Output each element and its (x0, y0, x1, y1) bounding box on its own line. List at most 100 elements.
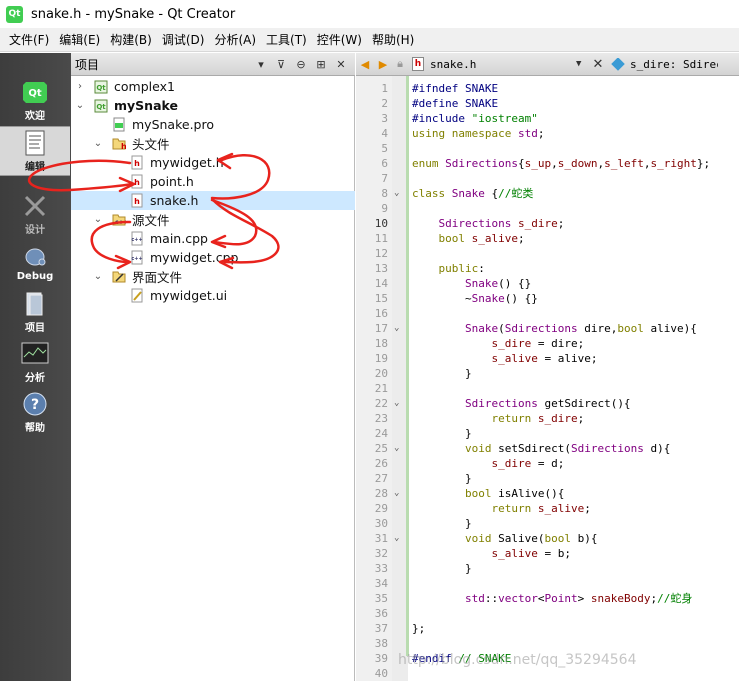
mode-help[interactable]: ? 帮助 (0, 387, 70, 437)
line-number: 13 (374, 262, 388, 275)
code-line[interactable]: 16 (356, 306, 739, 321)
code-line[interactable]: 14 Snake() {} (356, 276, 739, 291)
tree-item-mywidget-ui[interactable]: mywidget.ui (71, 286, 355, 305)
fold-chevron-icon[interactable]: ⌄ (394, 321, 399, 336)
code-text: return s_dire; (491, 412, 585, 425)
tree-item-pro-file[interactable]: mySnake.pro (71, 115, 355, 134)
fold-chevron-icon[interactable]: ⌄ (394, 531, 399, 546)
code-line[interactable]: 3 #include "iostream" (356, 111, 739, 126)
form-folder-icon (112, 271, 126, 283)
code-line[interactable]: 40 (356, 666, 739, 681)
code-line[interactable]: 10 Sdirections s_dire; (356, 216, 739, 231)
title-bar: Qt snake.h - mySnake - Qt Creator (0, 0, 739, 28)
code-line[interactable]: 35 std::vector<Point> snakeBody;//蛇身 (356, 591, 739, 606)
chevron-down-icon[interactable]: ⌄ (92, 214, 104, 225)
open-documents-combo[interactable]: h snake.h ▼ (408, 55, 588, 74)
mode-debug[interactable]: Debug (0, 237, 70, 287)
tree-item-complex1[interactable]: › Qt complex1 (71, 77, 355, 96)
menu-widgets[interactable]: 控件(W) (312, 29, 367, 51)
filter-icon[interactable]: ⊽ (271, 54, 291, 74)
code-line[interactable]: 25 ⌄ void setSdirect(Sdirections d){ (356, 441, 739, 456)
code-line[interactable]: 29 return s_alive; (356, 501, 739, 516)
symbol-combo[interactable]: s_dire: Sdirections (608, 57, 718, 71)
tree-item-mysnake[interactable]: ⌄ Qt mySnake (71, 96, 355, 115)
code-line[interactable]: 37}; (356, 621, 739, 636)
split-icon[interactable]: ⊞ (311, 54, 331, 74)
chevron-down-icon[interactable]: ⌄ (92, 138, 104, 149)
tree-item-snake-h[interactable]: h snake.h (71, 191, 355, 210)
code-line[interactable]: 18 s_dire = dire; (356, 336, 739, 351)
mode-projects[interactable]: 项目 (0, 287, 70, 337)
chevron-down-icon[interactable]: ⌄ (74, 100, 86, 111)
code-line[interactable]: 31 ⌄ void Salive(bool b){ (356, 531, 739, 546)
code-line[interactable]: 34 (356, 576, 739, 591)
code-line[interactable]: 36 (356, 606, 739, 621)
close-icon[interactable]: ✕ (331, 54, 351, 74)
go-forward-icon[interactable]: ▶ (374, 54, 392, 74)
menu-help[interactable]: 帮助(H) (367, 29, 419, 51)
svg-text:Qt: Qt (28, 88, 42, 99)
menu-build[interactable]: 构建(B) (105, 29, 157, 51)
menu-debug[interactable]: 调试(D) (157, 29, 210, 51)
code-line[interactable]: 27 } (356, 471, 739, 486)
chevron-right-icon[interactable]: › (74, 81, 86, 92)
tree-item-sources[interactable]: ⌄ c++ 源文件 (71, 210, 355, 229)
line-number: 19 (374, 352, 388, 365)
fold-chevron-icon[interactable]: ⌄ (394, 441, 399, 456)
fold-chevron-icon[interactable]: ⌄ (394, 396, 399, 411)
go-back-icon[interactable]: ◀ (356, 54, 374, 74)
code-line[interactable]: 17 ⌄ Snake(Sdirections dire,bool alive){ (356, 321, 739, 336)
menu-analyze[interactable]: 分析(A) (209, 29, 261, 51)
combo-arrow-icon[interactable]: ▾ (251, 54, 271, 74)
code-line[interactable]: 6 enum Sdirections{s_up,s_down,s_left,s_r… (356, 156, 739, 171)
mode-design[interactable]: 设计 (0, 189, 70, 239)
code-line[interactable]: 12 (356, 246, 739, 261)
tree-item-mywidget-cpp[interactable]: c++ mywidget.cpp (71, 248, 355, 267)
fold-chevron-icon[interactable]: ⌄ (394, 186, 399, 201)
code-line[interactable]: 20 } (356, 366, 739, 381)
link-icon[interactable]: ⊖ (291, 54, 311, 74)
code-line[interactable]: 7 (356, 171, 739, 186)
svg-text:c++: c++ (131, 237, 142, 243)
code-line[interactable]: 4 using namespace std; (356, 126, 739, 141)
mode-analyze[interactable]: 分析 (0, 337, 70, 387)
code-line[interactable]: 1 #ifndef SNAKE (356, 81, 739, 96)
qt-project-icon: Qt (94, 99, 108, 113)
mode-edit[interactable]: 编辑 (0, 126, 70, 176)
tree-item-headers[interactable]: ⌄ h 头文件 (71, 134, 355, 153)
code-line[interactable]: 5 (356, 141, 739, 156)
code-line[interactable]: 9 (356, 201, 739, 216)
code-line[interactable]: 15 ~Snake() {} (356, 291, 739, 306)
code-line[interactable]: 38 (356, 636, 739, 651)
code-line[interactable]: 13 public: (356, 261, 739, 276)
project-view-selector[interactable]: 项目 (71, 56, 251, 73)
tree-item-main-cpp[interactable]: c++ main.cpp (71, 229, 355, 248)
menu-edit[interactable]: 编辑(E) (54, 29, 105, 51)
fold-chevron-icon[interactable]: ⌄ (394, 486, 399, 501)
line-number: 22 (374, 397, 388, 410)
line-number: 14 (374, 277, 388, 290)
menu-tools[interactable]: 工具(T) (261, 29, 312, 51)
code-line[interactable]: 23 return s_dire; (356, 411, 739, 426)
code-line[interactable]: 22 ⌄ Sdirections getSdirect(){ (356, 396, 739, 411)
mode-welcome[interactable]: Qt 欢迎 (0, 75, 70, 125)
chevron-down-icon[interactable]: ⌄ (92, 271, 104, 282)
member-variable-icon (611, 57, 625, 71)
code-line[interactable]: 2 #define SNAKE (356, 96, 739, 111)
code-line[interactable]: 19 s_alive = alive; (356, 351, 739, 366)
code-line[interactable]: 26 s_dire = d; (356, 456, 739, 471)
tree-item-point-h[interactable]: h point.h (71, 172, 355, 191)
code-line[interactable]: 30 } (356, 516, 739, 531)
code-line[interactable]: 33 } (356, 561, 739, 576)
code-editor[interactable]: 1 #ifndef SNAKE 2 #define SNAKE 3 #include "i… (356, 76, 739, 681)
close-document-icon[interactable]: ✕ (588, 57, 608, 72)
code-line[interactable]: 8 ⌄ class Snake {//蛇类 (356, 186, 739, 201)
tree-item-forms[interactable]: ⌄ 界面文件 (71, 267, 355, 286)
code-line[interactable]: 11 bool s_alive; (356, 231, 739, 246)
code-line[interactable]: 24 } (356, 426, 739, 441)
code-line[interactable]: 32 s_alive = b; (356, 546, 739, 561)
menu-file[interactable]: 文件(F) (4, 29, 54, 51)
tree-item-mywidget-h[interactable]: h mywidget.h (71, 153, 355, 172)
code-line[interactable]: 28 ⌄ bool isAlive(){ (356, 486, 739, 501)
code-line[interactable]: 21 (356, 381, 739, 396)
